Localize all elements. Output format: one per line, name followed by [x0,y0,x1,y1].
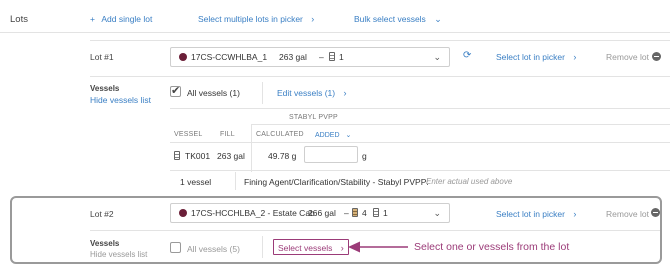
lot2-volume: 266 gal [308,208,336,218]
add-single-lot-label: Add single lot [101,14,153,24]
dash: – [344,208,349,218]
lot1-select-in-picker-link[interactable]: Select lot in picker › [496,52,576,62]
lot2-count-a: 4 [362,208,367,218]
lot2-hide-vessels-link[interactable]: Hide vessels list [90,250,147,259]
col-added-dropdown[interactable]: ADDED ⌄ [315,131,351,139]
annotation-arrow-icon [348,241,408,253]
bulk-select-vessels-label: Bulk select vessels [354,14,426,24]
row-vessel: TK001 [185,151,211,161]
divider [252,124,670,125]
remove-lot-label: Remove lot [606,52,649,62]
separator [262,236,263,258]
vessel-icon [174,151,180,160]
lots-section-label: Lots [10,14,28,25]
lot2-select-vessels-button[interactable]: Select vessels › [273,239,349,255]
lot1-volume: 263 gal [279,52,307,62]
lot1-vessel-count: 1 [339,52,344,62]
divider [170,170,670,171]
table-row [174,151,180,161]
divider [90,40,670,41]
lot1-hide-vessels-link[interactable]: Hide vessels list [90,95,151,105]
lot1-footer-hint: Enter actual used above [426,177,513,186]
col-vessel-header: VESSEL [174,131,203,138]
lot2-all-vessels-checkbox[interactable] [170,242,181,253]
col-fill-header: FILL [220,131,235,138]
select-multiple-lots-label: Select multiple lots in picker [198,14,303,24]
lot1-code: 17CS-CCWHLBA_1 [191,52,268,62]
lot1-vessels-label: Vessels [90,84,120,93]
dropdown-arrow-icon: ⌄ [433,52,441,62]
lot1-all-vessels-label: All vessels (1) [187,88,240,98]
lot1-edit-vessels-link[interactable]: Edit vessels (1) › [277,88,346,98]
row-added-input[interactable] [304,146,358,163]
lot2-select[interactable]: 17CS-HCCHLBA_2 - Estate Cab 266 gal – 4 … [170,203,450,223]
divider [90,76,670,77]
row-calculated: 49.78 g [268,151,297,161]
select-vessels-label: Select vessels [278,243,333,253]
chevron-right-icon: › [343,88,347,98]
separator [235,172,236,190]
remove-lot-label: Remove lot [606,209,649,219]
lot1-footer-count: 1 vessel [180,177,212,187]
vessel-icon [329,52,335,62]
divider [170,108,670,109]
chevron-right-icon: › [311,14,315,24]
lot2-select-in-picker-link[interactable]: Select lot in picker › [496,209,576,219]
lot1-all-vessels-checkbox[interactable] [170,84,181,97]
lot2-count-b: 1 [383,208,388,218]
lot2-vessels-label: Vessels [90,239,120,248]
divider [170,142,670,143]
chevron-right-icon: › [573,52,577,62]
barrel-icon [352,208,358,218]
lot1-select[interactable]: 17CS-CCWHLBA_1 263 gal – 1 ⌄ [170,47,450,67]
lot-color-dot-icon [179,53,187,61]
remove-minus-icon[interactable] [652,52,661,61]
col-calculated-header: CALCULATED [256,131,304,138]
select-in-picker-label: Select lot in picker [496,209,565,219]
divider [0,32,670,33]
select-in-picker-label: Select lot in picker [496,52,565,62]
lot-color-dot-icon [179,209,187,217]
separator [251,124,252,172]
col-added-header: ADDED [315,132,340,139]
divider [90,230,660,231]
additive-header: STABYL PVPP [289,114,338,121]
separator [262,82,263,104]
lot2-remove-lot[interactable]: Remove lot [606,209,649,219]
vessel-icon [373,208,379,218]
lot2-code: 17CS-HCCHLBA_2 - Estate Cab [191,208,315,218]
lot2-label: Lot #2 [90,209,114,219]
refresh-icon[interactable]: ⟳ [463,50,471,61]
chevron-down-icon: ⌄ [434,14,442,24]
dash: – [319,52,324,62]
add-single-lot-link[interactable]: + Add single lot [90,14,152,24]
lot1-footer-desc: Fining Agent/Clarification/Stability - S… [244,177,429,187]
select-multiple-lots-link[interactable]: Select multiple lots in picker › [198,14,314,24]
lot2-all-vessels-label: All vessels (5) [187,244,240,254]
remove-minus-icon[interactable] [651,208,660,217]
lot1-label: Lot #1 [90,52,114,62]
chevron-down-icon: ⌄ [345,132,352,139]
bulk-select-vessels-link[interactable]: Bulk select vessels ⌄ [354,14,442,25]
lot1-remove-lot[interactable]: Remove lot [606,52,649,62]
edit-vessels-label: Edit vessels (1) [277,88,336,98]
chevron-right-icon: › [573,209,577,219]
annotation-text: Select one or vessels from the lot [414,241,570,253]
dropdown-arrow-icon: ⌄ [433,208,441,218]
plus-icon: + [90,14,95,24]
row-fill: 263 gal [217,151,245,161]
chevron-right-icon: › [340,243,344,253]
row-unit: g [362,151,367,161]
